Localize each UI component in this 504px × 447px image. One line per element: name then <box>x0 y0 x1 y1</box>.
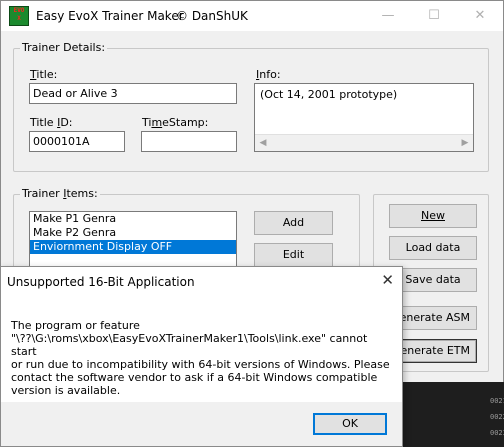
list-item[interactable]: Make P1 Genra <box>30 212 236 226</box>
console-text: 0023 <box>490 429 504 437</box>
dialog-title: Unsupported 16-Bit Application <box>7 275 195 289</box>
info-textarea[interactable]: (Oct 14, 2001 prototype) ◀ ▶ <box>254 83 474 152</box>
new-button[interactable]: New <box>389 204 477 228</box>
title-id-label: Title ID: <box>30 116 73 129</box>
info-text: (Oct 14, 2001 prototype) <box>260 88 398 101</box>
load-data-button[interactable]: Load data <box>389 236 477 260</box>
dialog-footer: OK <box>1 402 402 446</box>
list-item[interactable]: Make P2 Genra <box>30 226 236 240</box>
info-label: Info: <box>256 68 281 81</box>
background-console <box>403 382 504 447</box>
close-button[interactable]: ✕ <box>457 1 503 31</box>
title-input[interactable]: Dead or Alive 3 <box>29 83 237 104</box>
title-id-input[interactable]: 0000101A <box>29 131 125 152</box>
unsupported-app-dialog: Unsupported 16-Bit Application ✕ The pro… <box>0 266 403 447</box>
console-text: 0021 <box>490 397 504 405</box>
console-text: 0022 <box>490 413 504 421</box>
edit-button[interactable]: Edit <box>254 243 333 267</box>
ok-button[interactable]: OK <box>313 413 387 435</box>
timestamp-label: TimeStamp: <box>142 116 209 129</box>
add-button[interactable]: Add <box>254 211 333 235</box>
dialog-message: The program or feature "\??\G:\roms\xbox… <box>11 319 390 397</box>
maximize-button[interactable]: ☐ <box>411 1 457 31</box>
timestamp-input[interactable] <box>141 131 237 152</box>
scroll-left-icon[interactable]: ◀ <box>255 135 271 151</box>
list-item[interactable]: Enviornment Display OFF <box>30 240 236 254</box>
trainer-details-label: Trainer Details: <box>20 41 108 54</box>
title-bar[interactable]: EVO X Easy EvoX Trainer Maker © DanShUK —… <box>1 1 503 31</box>
info-horizontal-scrollbar[interactable]: ◀ ▶ <box>255 134 473 151</box>
window-title: Easy EvoX Trainer Maker <box>36 9 184 23</box>
minimize-button[interactable]: — <box>365 1 411 31</box>
window-author: © DanShUK <box>176 9 248 23</box>
trainer-items-label: Trainer Items: <box>20 187 100 200</box>
scroll-right-icon[interactable]: ▶ <box>457 135 473 151</box>
app-icon: EVO X <box>9 6 29 26</box>
title-label: Title: <box>30 68 58 81</box>
dialog-close-icon[interactable]: ✕ <box>381 271 394 289</box>
